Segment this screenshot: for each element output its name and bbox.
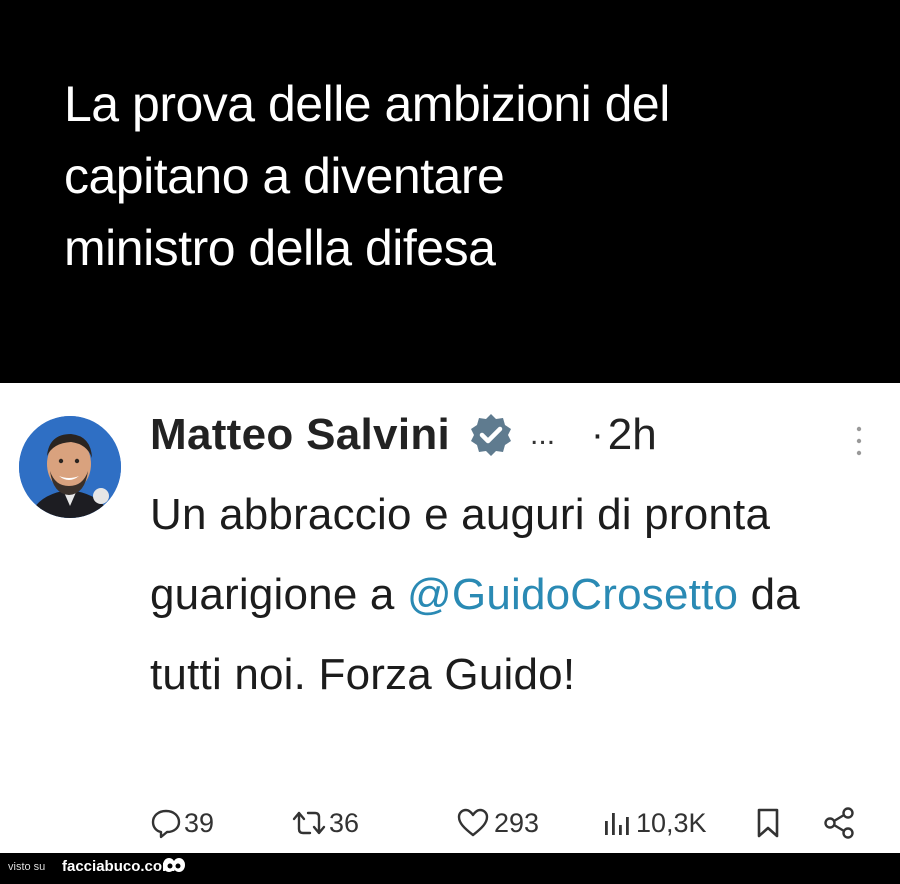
bookmark-button[interactable] <box>754 803 782 843</box>
reply-count: 39 <box>184 807 215 838</box>
like-button[interactable]: 293 <box>456 803 539 843</box>
like-count: 293 <box>494 807 540 838</box>
retweet-count: 36 <box>329 807 360 838</box>
reply-icon <box>151 809 181 839</box>
mention-link[interactable]: @GuidoCrosetto <box>407 570 738 619</box>
watermark-bar: visto su facciabuco.com <box>0 853 900 884</box>
bookmark-icon <box>757 808 779 838</box>
avatar-portrait <box>19 416 121 518</box>
separator-dot: · <box>591 413 604 456</box>
reply-button[interactable]: 39 <box>150 803 214 843</box>
retweet-icon <box>292 811 326 835</box>
like-icon <box>457 808 489 837</box>
tweet-header: Matteo Salvini ... · 2h <box>150 405 657 465</box>
handle-ellipsis: ... <box>530 418 556 451</box>
verified-icon <box>471 414 512 456</box>
share-icon <box>824 807 854 839</box>
author-name[interactable]: Matteo Salvini <box>150 410 450 460</box>
watermark-brand: facciabuco.com <box>62 858 176 875</box>
avatar[interactable] <box>19 416 121 518</box>
views-icon <box>605 813 629 835</box>
meme-caption-panel: La prova delle ambizioni del capitano a … <box>0 0 900 383</box>
more-icon[interactable] <box>854 421 864 461</box>
tweet-time[interactable]: 2h <box>608 410 657 460</box>
views-count: 10,3K <box>636 807 707 838</box>
eyes-logo-icon <box>163 858 185 872</box>
tweet-body: Un abbraccio e auguri di pronta guarigio… <box>150 475 850 715</box>
tweet-card: Matteo Salvini ... · 2h Un abbraccio e a… <box>0 383 900 853</box>
views-button[interactable]: 10,3K <box>602 803 707 843</box>
retweet-button[interactable]: 36 <box>290 803 359 843</box>
share-button[interactable] <box>822 803 856 843</box>
watermark-prefix: visto su <box>8 861 46 873</box>
tweet-actions: 39 36 293 10,3K <box>150 803 870 843</box>
meme-caption: La prova delle ambizioni del capitano a … <box>64 76 670 276</box>
